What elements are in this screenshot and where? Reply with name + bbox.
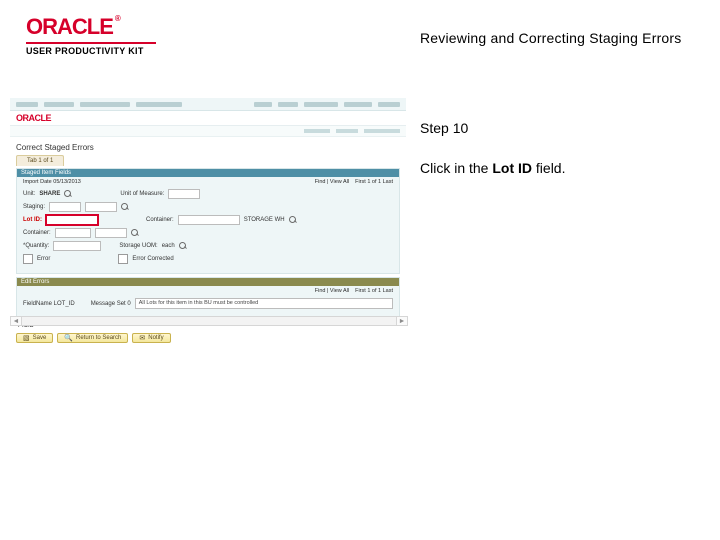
oracle-logo-block: ORACLE ® USER PRODUCTIVITY KIT [26,16,186,56]
band-header-errors: Edit Errors [17,278,399,286]
nav-chip [304,102,338,107]
band2-findbar: Find | View All First 1 of 1 Last [23,288,393,294]
app-brandrow: ORACLE [10,111,406,126]
logo-divider [26,42,156,44]
container-label: Container: [23,230,51,236]
instruction-prefix: Click in the [420,160,492,176]
find-viewall[interactable]: Find | View All [315,179,349,185]
tab-main[interactable]: Tab 1 of 1 [16,155,64,166]
scroll-left-button[interactable]: ◄ [11,317,22,325]
nav-chip [80,102,130,107]
notify-icon: ✉ [139,335,145,342]
panel-title: Correct Staged Errors [16,143,400,152]
error-msgset: Message Set 0 [91,301,131,307]
notify-button[interactable]: ✉ Notify [132,333,170,343]
nav-chip [254,102,272,107]
app-screenshot-thumbnail: ORACLE Correct Staged Errors Tab 1 of 1 … [10,98,406,322]
app-subheader [10,126,406,137]
band-header-staged: Staged Item Fields [17,169,399,177]
return-to-search-button[interactable]: 🔍 Return to Search [57,333,128,343]
nav-chip [44,102,74,107]
nav-chip [136,102,182,107]
action-buttons-row: ▧ Save 🔍 Return to Search ✉ Notify [16,333,400,343]
error-corrected-checkbox[interactable] [118,254,128,264]
instruction-suffix: field. [532,160,565,176]
save-button-label: Save [33,333,47,343]
horizontal-scrollbar[interactable]: ◄ ► [10,316,408,326]
instruction-bold: Lot ID [492,160,532,176]
error-message: All Lots for this item in this BU must b… [135,298,393,309]
subheader-chip [336,129,358,133]
search-icon[interactable] [131,229,139,237]
scroll-right-button[interactable]: ► [396,317,407,325]
container-right-field[interactable] [178,215,240,225]
import-date: Import Date 05/13/2013 [23,179,81,185]
search-icon[interactable] [64,190,72,198]
container-field-b[interactable] [95,228,127,238]
step-instruction: Click in the Lot ID field. [420,160,690,176]
staging-field-a[interactable] [49,202,81,212]
error-corrected-label: Error Corrected [132,256,173,262]
page-title: Reviewing and Correcting Staging Errors [420,30,681,46]
tab-row: Tab 1 of 1 [16,156,400,166]
nav-chip [278,102,298,107]
storage-uom-label: Storage UOM: [119,243,157,249]
unit-label: Unit: [23,191,35,197]
save-button[interactable]: ▧ Save [16,333,53,343]
band1-findbar: Import Date 05/13/2013 Find | View All F… [23,179,393,185]
search-icon[interactable] [121,203,129,211]
nav-chip [378,102,400,107]
save-icon: ▧ [23,335,30,342]
nav-chip [16,102,38,107]
step-label: Step 10 [420,120,468,136]
mini-oracle-logo: ORACLE [16,113,51,123]
error-fieldname: FieldName LOT_ID [23,301,75,307]
app-topnav [10,98,406,111]
registered-trademark: ® [115,15,120,23]
container-right-value: STORAGE WH [244,217,285,223]
search-icon[interactable] [179,242,187,250]
app-body: Correct Staged Errors Tab 1 of 1 Staged … [10,137,406,343]
quantity-label: *Quantity: [23,243,49,249]
staging-field-b[interactable] [85,202,117,212]
oracle-logo-subtext: USER PRODUCTIVITY KIT [26,46,186,56]
staged-item-fields-band: Staged Item Fields Import Date 05/13/201… [16,168,400,274]
band2-viewall[interactable]: Find | View All [315,288,349,294]
record-count: First 1 of 1 Last [355,179,393,185]
subheader-chip [364,129,400,133]
nav-chip [344,102,372,107]
search-icon: 🔍 [64,335,73,342]
quantity-field[interactable] [53,241,101,251]
unit-value: SHARE [39,191,60,197]
oracle-logo-text: ORACLE [26,16,113,38]
oracle-logo: ORACLE ® [26,16,186,38]
storage-uom-value: each [162,243,175,249]
return-button-label: Return to Search [76,333,121,343]
uom-label: Unit of Measure: [120,191,164,197]
lot-id-label: Lot ID: [23,217,42,223]
subheader-chip [304,129,330,133]
uom-field[interactable] [168,189,200,199]
error-checkbox[interactable] [23,254,33,264]
search-icon[interactable] [289,216,297,224]
storage-location-label: Staging: [23,204,45,210]
container-field-a[interactable] [55,228,91,238]
lot-id-field[interactable] [46,215,98,225]
error-label: Error [37,256,50,262]
container-right-label: Container: [146,217,174,223]
edit-errors-band: Edit Errors Find | View All First 1 of 1… [16,277,400,319]
band2-count: First 1 of 1 Last [355,288,393,294]
notify-button-label: Notify [148,333,163,343]
